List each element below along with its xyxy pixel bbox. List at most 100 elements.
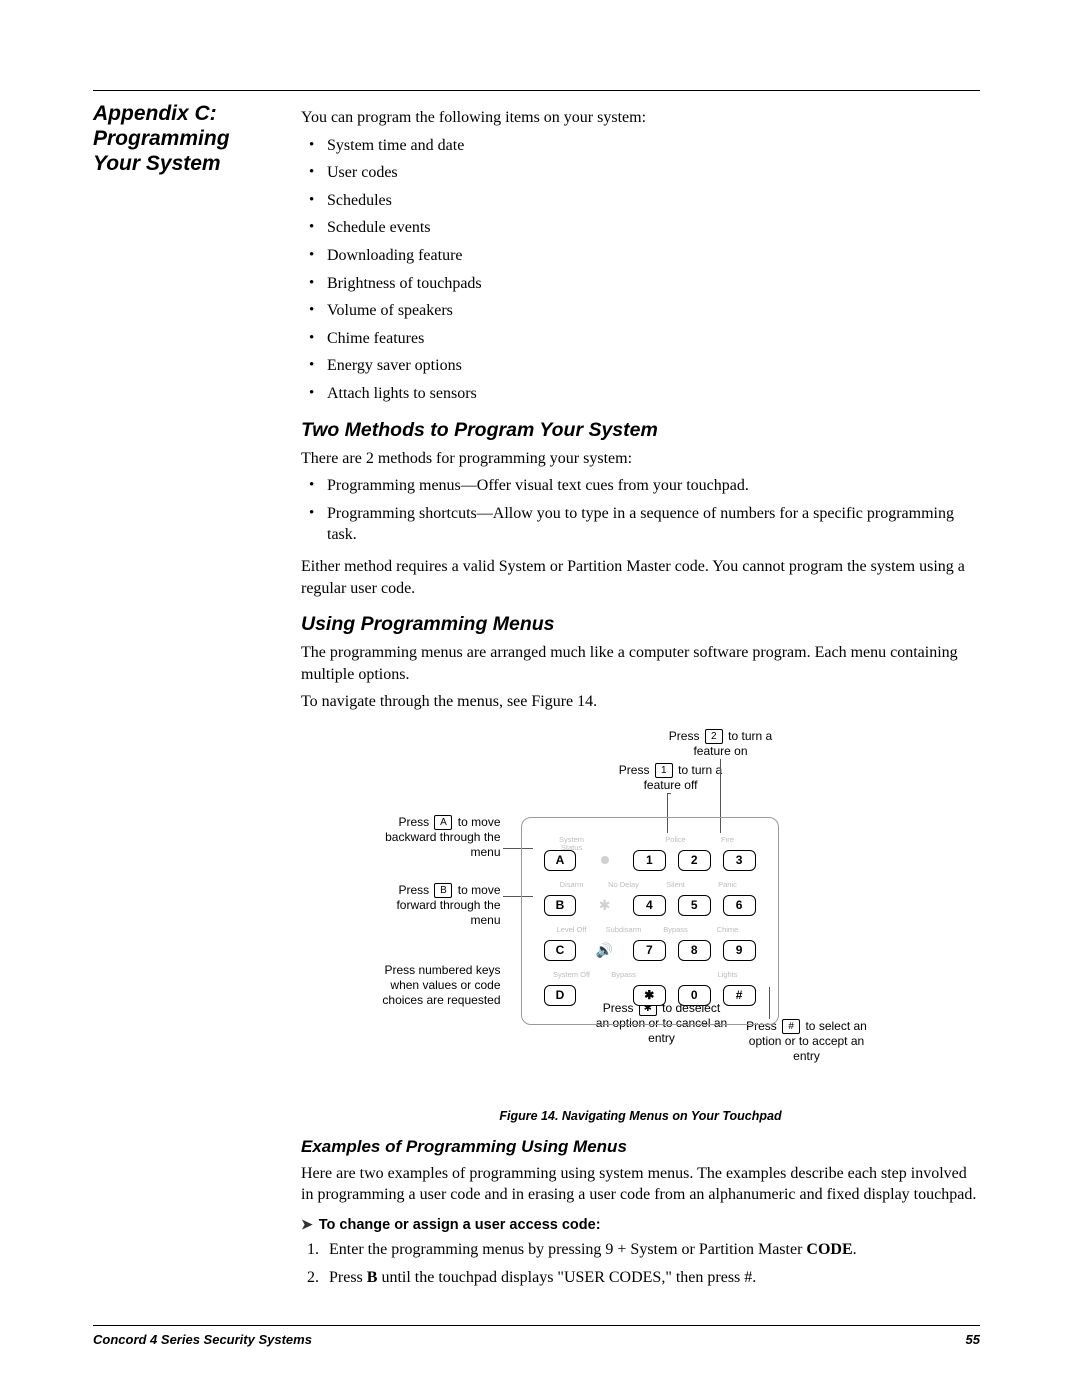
list-item: Schedule events [301,217,980,239]
key-icon: 2 [705,729,723,744]
key-row: B ✱ 4 5 6 [544,895,756,916]
annotation-text: Press [398,883,432,897]
list-item: Programming menus—Offer visual text cues… [301,475,980,497]
speaker-icon: 🔊 [588,940,621,961]
side-column: Appendix C: Programming Your System [93,101,279,1294]
key-label: Level Off [552,926,592,934]
step-text: until the touchpad displays "USER CODES,… [377,1269,744,1286]
key-1: 1 [633,850,666,871]
list-item: User codes [301,162,980,184]
two-methods-intro: There are 2 methods for programming your… [301,448,980,470]
steps-list: Enter the programming menus by pressing … [323,1239,980,1288]
key-label: System Status [552,836,592,844]
task-title-text: To change or assign a user access code: [319,1217,601,1233]
annotation-numbered-keys: Press numbered keys when values or code … [381,963,501,1008]
blank-icon [588,985,621,1006]
step-item: Press B until the touchpad displays "USE… [323,1267,980,1289]
key-c: C [544,940,577,961]
page-layout: Appendix C: Programming Your System You … [93,101,980,1294]
key-label: Police [656,836,696,844]
key-label: Subdisarm [604,926,644,934]
list-item: Attach lights to sensors [301,383,980,405]
program-items-list: System time and date User codes Schedule… [301,135,980,405]
key-label: Bypass [656,926,696,934]
section-examples-title: Examples of Programming Using Menus [301,1137,980,1157]
intro-text: You can program the following items on y… [301,107,980,129]
step-key: B [367,1269,378,1286]
using-menus-p1: The programming menus are arranged much … [301,642,980,685]
key-hash: # [723,985,756,1006]
key-label [604,836,644,844]
key-icon: B [434,883,452,898]
list-item: Schedules [301,190,980,212]
list-item: Programming shortcuts—Allow you to type … [301,503,980,546]
arrow-icon: ➤ [301,1216,313,1233]
appendix-title: Appendix C: Programming Your System [93,101,279,177]
key-row: A 1 2 3 [544,850,756,871]
key-label: System Off [552,971,592,979]
annotation-text: Press [669,729,703,743]
annotation-press-2: Press 2 to turn a feature on [651,729,791,760]
key-label: Silent [656,881,696,889]
fan-icon: ✱ [588,895,621,916]
step-text: Press [329,1269,367,1286]
key-7: 7 [633,940,666,961]
list-item: Volume of speakers [301,300,980,322]
key-b: B [544,895,577,916]
key-icon: 1 [655,763,673,778]
key-6: 6 [723,895,756,916]
examples-intro: Here are two examples of programming usi… [301,1163,980,1206]
footer-title: Concord 4 Series Security Systems [93,1332,312,1347]
connector-line [667,793,671,794]
key-0: 0 [678,985,711,1006]
key-label: Bypass [604,971,644,979]
key-4: 4 [633,895,666,916]
annotation-text: Press [619,763,653,777]
step-text: Enter the programming menus by pressing [329,1241,605,1258]
key-label: Chime [708,926,748,934]
key-label: Disarm [552,881,592,889]
step-item: Enter the programming menus by pressing … [323,1239,980,1261]
annotation-press-b: Press B to move forward through the menu [381,883,501,929]
step-text: . [853,1241,857,1258]
list-item: Energy saver options [301,355,980,377]
key-3: 3 [723,850,756,871]
key-label: No Delay [604,881,644,889]
step-text: + System or Partition Master [613,1241,806,1258]
two-methods-list: Programming menus—Offer visual text cues… [301,475,980,546]
step-text: . [752,1269,756,1286]
annotation-press-a: Press A to move backward through the men… [381,815,501,861]
list-item: System time and date [301,135,980,157]
main-column: You can program the following items on y… [301,101,980,1294]
page-number: 55 [966,1332,980,1347]
figure-caption: Figure 14. Navigating Menus on Your Touc… [301,1109,980,1123]
key-d: D [544,985,577,1006]
annotation-text: Press [398,815,432,829]
section-two-methods-title: Two Methods to Program Your System [301,419,980,442]
touchpad-illustration: System Status Police Fire A 1 2 3 Disarm [521,817,779,1025]
key-label [656,971,696,979]
list-item: Chime features [301,328,980,350]
key-icon: A [434,815,452,830]
key-a: A [544,850,577,871]
step-code: CODE [806,1241,852,1258]
using-menus-p2: To navigate through the menus, see Figur… [301,691,980,713]
key-row: D ✱ 0 # [544,985,756,1006]
key-label: Fire [708,836,748,844]
key-label-row: System Off Bypass Lights [544,971,756,975]
key-label-row: Level Off Subdisarm Bypass Chime [544,926,756,930]
figure-14: Press 2 to turn a feature on Press 1 to … [301,729,980,1123]
key-label-row: Disarm No Delay Silent Panic [544,881,756,885]
key-label: Lights [708,971,748,979]
page-footer: Concord 4 Series Security Systems 55 [93,1325,980,1347]
list-item: Downloading feature [301,245,980,267]
figure-canvas: Press 2 to turn a feature on Press 1 to … [371,729,911,1099]
key-5: 5 [678,895,711,916]
annotation-press-hash: Press # to select an option or to accept… [741,1019,873,1065]
key-9: 9 [723,940,756,961]
top-rule [93,90,980,91]
key-row: C 🔊 7 8 9 [544,940,756,961]
two-methods-note: Either method requires a valid System or… [301,556,980,599]
key-label: Panic [708,881,748,889]
list-item: Brightness of touchpads [301,273,980,295]
